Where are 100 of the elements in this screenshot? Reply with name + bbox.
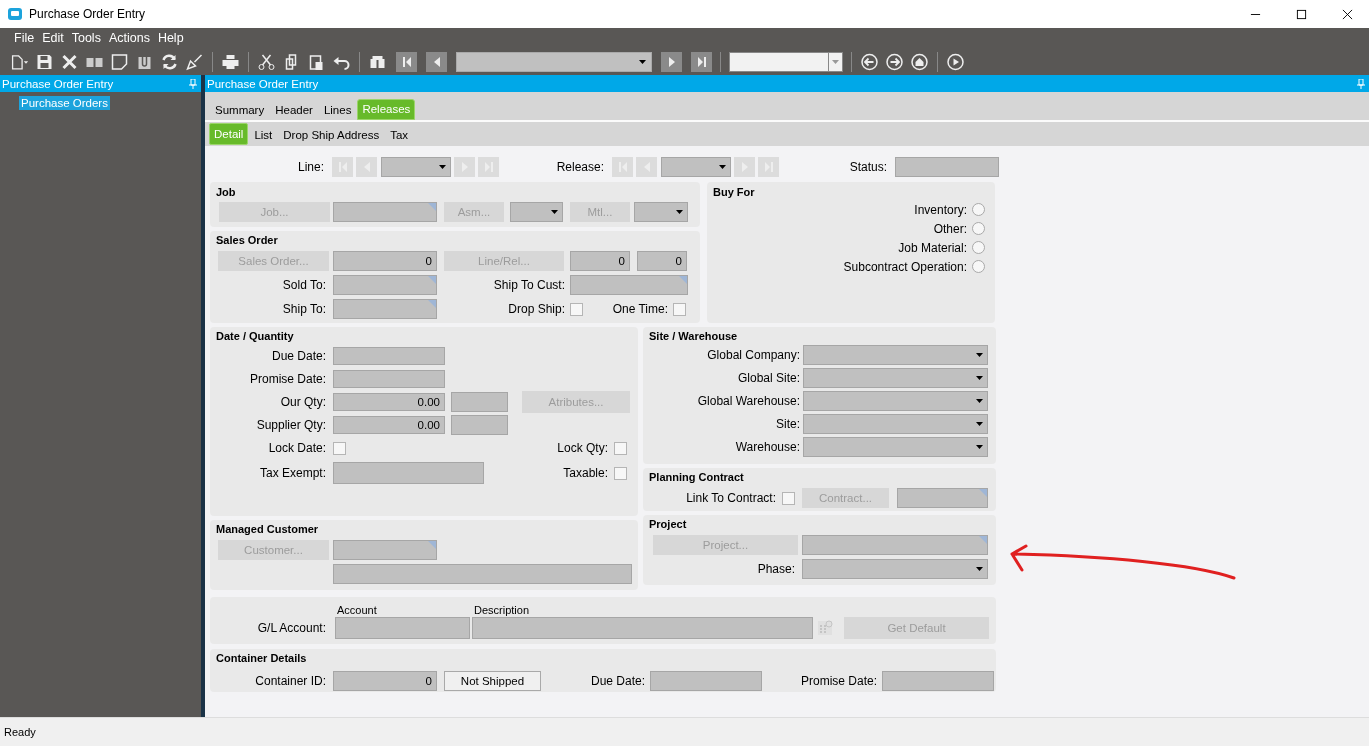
account-field[interactable] bbox=[335, 617, 470, 639]
field-label: Sold To: bbox=[281, 278, 327, 292]
last-line-button[interactable] bbox=[478, 157, 499, 177]
first-release-button[interactable] bbox=[612, 157, 633, 177]
close-icon[interactable] bbox=[1342, 8, 1353, 20]
taxable-checkbox[interactable] bbox=[614, 466, 627, 480]
cut-icon[interactable] bbox=[257, 52, 276, 71]
tab[interactable]: Summary bbox=[210, 99, 270, 120]
sales-order-field[interactable]: 0 bbox=[333, 251, 437, 271]
next-release-button[interactable] bbox=[734, 157, 755, 177]
pin-icon[interactable] bbox=[189, 78, 197, 89]
field-label: Status: bbox=[848, 160, 888, 174]
eraser-icon[interactable] bbox=[185, 52, 204, 71]
link-to-contract-checkbox[interactable] bbox=[782, 491, 795, 505]
menu-item[interactable]: Actions bbox=[104, 31, 154, 45]
phase-combo[interactable] bbox=[802, 559, 988, 579]
forward-icon[interactable] bbox=[885, 52, 904, 71]
release-combo[interactable] bbox=[661, 157, 731, 177]
print-icon[interactable] bbox=[221, 52, 240, 71]
container-promise-date-field[interactable] bbox=[882, 671, 994, 691]
dropdown-field[interactable] bbox=[803, 345, 988, 365]
first-line-button[interactable] bbox=[332, 157, 353, 177]
tab[interactable]: Lines bbox=[318, 99, 357, 120]
radio-button[interactable] bbox=[972, 241, 985, 254]
status-field[interactable] bbox=[895, 157, 999, 177]
pin-icon[interactable] bbox=[1357, 78, 1365, 89]
dropdown-field[interactable] bbox=[803, 391, 988, 411]
supplier-quantity-field[interactable]: 0.00 bbox=[333, 416, 445, 434]
menu-item[interactable]: Tools bbox=[67, 31, 105, 45]
field-label: Lock Date: bbox=[267, 441, 327, 455]
next-line-button[interactable] bbox=[454, 157, 475, 177]
last-release-button[interactable] bbox=[758, 157, 779, 177]
container-id-field[interactable]: 0 bbox=[333, 671, 437, 691]
dropdown-field[interactable] bbox=[803, 368, 988, 388]
one-time-checkbox[interactable] bbox=[673, 302, 686, 316]
field-label: Ship To: bbox=[281, 302, 327, 316]
record-combo[interactable] bbox=[456, 51, 652, 72]
lock-quantity-checkbox[interactable] bbox=[614, 441, 627, 455]
container-due-date-field[interactable] bbox=[650, 671, 762, 691]
refresh-icon[interactable] bbox=[160, 52, 179, 71]
first-record-button[interactable] bbox=[396, 51, 417, 72]
line-combo[interactable] bbox=[381, 157, 451, 177]
sub-tab[interactable]: Drop Ship Address bbox=[278, 123, 385, 145]
description-field[interactable] bbox=[472, 617, 813, 639]
project-field[interactable] bbox=[802, 535, 988, 555]
ship-to-customer-field[interactable] bbox=[570, 275, 688, 295]
paste-icon[interactable] bbox=[307, 52, 326, 71]
field-label: Phase: bbox=[756, 562, 796, 576]
play-icon[interactable] bbox=[946, 52, 965, 71]
dropdown-field[interactable] bbox=[803, 437, 988, 457]
next-record-button[interactable] bbox=[661, 51, 682, 72]
sub-tab[interactable]: List bbox=[249, 123, 278, 145]
field-label: Promise Date: bbox=[799, 674, 877, 688]
previous-release-button[interactable] bbox=[636, 157, 657, 177]
field-label: Due Date: bbox=[589, 674, 645, 688]
panel-title: Sales Order bbox=[215, 233, 279, 248]
previous-line-button[interactable] bbox=[356, 157, 377, 177]
our-uom-field[interactable] bbox=[451, 392, 508, 412]
new-document-icon[interactable] bbox=[10, 52, 29, 71]
dropdown-field[interactable] bbox=[803, 414, 988, 434]
search-combo[interactable] bbox=[729, 51, 843, 72]
home-icon[interactable] bbox=[910, 52, 929, 71]
line-field[interactable]: 0 bbox=[570, 251, 630, 271]
our-quantity-field[interactable]: 0.00 bbox=[333, 393, 445, 411]
promise-date-field[interactable] bbox=[333, 370, 445, 388]
customer-name-field[interactable] bbox=[333, 564, 632, 584]
form-title: Purchase Order Entry bbox=[207, 77, 319, 90]
note-icon[interactable] bbox=[110, 52, 129, 71]
last-record-button[interactable] bbox=[691, 51, 712, 72]
due-date-field[interactable] bbox=[333, 347, 445, 365]
save-icon[interactable] bbox=[35, 52, 54, 71]
field-label: Inventory: bbox=[914, 202, 967, 217]
contract-field[interactable] bbox=[897, 488, 988, 508]
back-icon[interactable] bbox=[860, 52, 879, 71]
maximize-icon[interactable] bbox=[1296, 8, 1307, 20]
panel-title: Site / Warehouse bbox=[648, 329, 739, 344]
drop-ship-checkbox[interactable] bbox=[570, 302, 583, 316]
sold-to-field[interactable] bbox=[333, 275, 437, 295]
material-combo[interactable] bbox=[634, 202, 688, 222]
field-label: Global Company: bbox=[706, 348, 801, 362]
shipped-status-button[interactable]: Not Shipped bbox=[444, 671, 541, 691]
calculator-icon[interactable] bbox=[815, 618, 835, 638]
sub-tab[interactable]: Tax bbox=[385, 123, 414, 145]
radio-button[interactable] bbox=[972, 260, 985, 273]
ship-to-field[interactable] bbox=[333, 299, 437, 319]
tax-exempt-field[interactable] bbox=[333, 462, 484, 484]
tab[interactable]: Header bbox=[270, 99, 318, 120]
radio-button[interactable] bbox=[972, 222, 985, 235]
delete-icon[interactable] bbox=[60, 52, 79, 71]
release-field[interactable]: 0 bbox=[637, 251, 687, 271]
previous-record-button[interactable] bbox=[426, 51, 447, 72]
assembly-combo[interactable] bbox=[510, 202, 563, 222]
menu-item[interactable]: Help bbox=[153, 31, 188, 45]
job-field[interactable] bbox=[333, 202, 437, 222]
radio-button[interactable] bbox=[972, 203, 985, 216]
menu-item[interactable]: File bbox=[10, 31, 39, 45]
lock-date-checkbox[interactable] bbox=[333, 441, 346, 455]
customer-field[interactable] bbox=[333, 540, 437, 560]
menu-item[interactable]: Edit bbox=[38, 31, 68, 45]
supplier-uom-field[interactable] bbox=[451, 415, 508, 435]
